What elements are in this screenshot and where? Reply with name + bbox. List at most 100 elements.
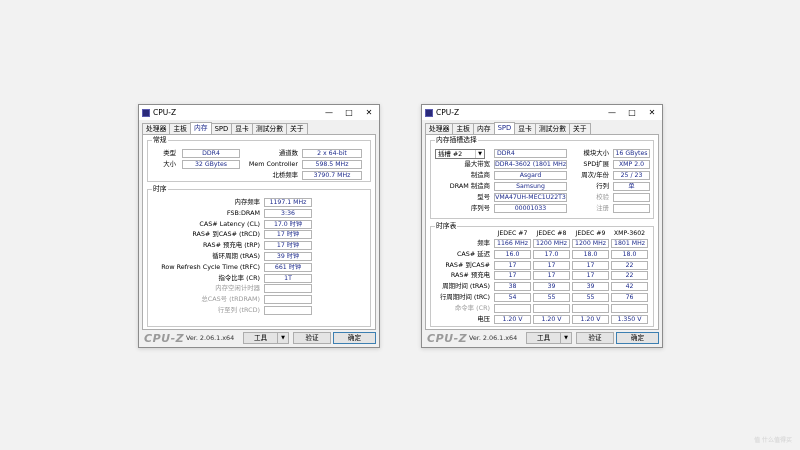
module-size-value: 16 GBytes [613, 149, 650, 158]
cpuz-logo: CPU-Z [427, 332, 468, 345]
part-number-value: VMA47UH-MEC1U22T3 [494, 193, 567, 202]
timing-cell: 1200 MHz [533, 239, 570, 248]
timing-column-header: JEDEC #7 [497, 230, 528, 237]
correction-label: 校验 [596, 193, 609, 201]
timing-cell: 54 [494, 293, 531, 302]
timing-cell: 1.20 V [572, 314, 609, 324]
timing-cell: 55 [572, 293, 609, 302]
timing-cell: 17 [494, 271, 531, 281]
ok-button[interactable]: 确定 [616, 332, 659, 344]
close-icon[interactable]: ✕ [642, 105, 662, 120]
timing-label: 行至列 (tRCD) [217, 306, 260, 314]
serial-label: 序列号 [470, 204, 490, 212]
cpuz-logo: CPU-Z [144, 332, 185, 345]
footer: CPU-Z Ver. 2.06.1.x64 工具 ▼ 验证 确定 [422, 329, 662, 347]
ok-button[interactable]: 确定 [333, 332, 376, 344]
timing-cell: 18.0 [611, 249, 648, 259]
close-icon[interactable]: ✕ [359, 105, 379, 120]
timing-label: 总CAS号 (tRDRAM) [201, 295, 260, 304]
timing-row-label: RAS# 到CAS# [445, 260, 490, 269]
tools-button-label: 工具 [254, 334, 268, 342]
timing-label: 指令比率 (CR) [218, 273, 260, 282]
memctrl-label: Mem Controller [248, 160, 298, 168]
timings-group: 时序 内存频率 1197.1 MHz FSB:DRAM 3:36 CAS# Latenc… [147, 185, 371, 327]
timing-label: 内存频率 [234, 198, 260, 206]
timing-value: 39 时钟 [264, 252, 312, 261]
timings-table-group: 时序表 JEDEC #7 JEDEC #8 JEDEC #9 XMP-3602 频率 11… [430, 222, 654, 327]
size-label: 大小 [163, 160, 176, 168]
timing-label: CAS# Latency (CL) [199, 219, 260, 228]
timing-row-label: 频率 [477, 239, 490, 247]
max-bandwidth-value: DDR4-3602 (1801 MHz) [494, 160, 567, 169]
timing-cell: 22 [611, 271, 648, 281]
validate-button[interactable]: 验证 [293, 332, 331, 344]
slot-select-value: 插槽 #2 [438, 150, 463, 158]
timing-cell: 1166 MHz [494, 239, 531, 248]
slot-group: 内存插槽选择 插槽 #2 ▼ DDR4 模块大小 16 GBytes 最大带宽 … [430, 136, 654, 219]
chevron-down-icon[interactable]: ▼ [560, 333, 571, 343]
tools-button[interactable]: 工具 ▼ [243, 332, 289, 344]
tools-button[interactable]: 工具 ▼ [526, 332, 572, 344]
timing-label: 内存空闲计时器 [215, 284, 260, 293]
serial-value: 00001033 [494, 204, 567, 213]
timing-row-label: RAS# 预充电 [450, 271, 490, 280]
week-year-value: 25 / 23 [613, 171, 650, 180]
timing-cell: 42 [611, 282, 648, 292]
timing-cell: 22 [611, 260, 648, 270]
timing-cell: 17.0 [533, 249, 570, 259]
cpuz-window-spd: CPU-Z — □ ✕ 处理器 主板 内存 SPD 显卡 测試分數 关于 内存插… [421, 104, 663, 348]
maximize-icon[interactable]: □ [339, 105, 359, 120]
timing-value [264, 306, 312, 315]
timing-value [264, 284, 312, 294]
timing-value: 3:36 [264, 208, 312, 218]
timing-cell: 55 [533, 293, 570, 302]
slot-type-value: DDR4 [494, 149, 567, 158]
correction-value [613, 193, 650, 202]
timing-label: FSB:DRAM [226, 208, 260, 217]
slot-select[interactable]: 插槽 #2 ▼ [435, 149, 485, 159]
timing-cell: 16.0 [494, 249, 531, 259]
type-value: DDR4 [182, 149, 240, 158]
timing-row-label: 命令率 (CR) [454, 303, 490, 312]
timing-row-label: 行周期时间 (tRC) [439, 293, 490, 301]
timing-row-label: 周期时间 (tRAS) [442, 282, 490, 291]
window-title: CPU-Z [153, 108, 177, 117]
title-bar[interactable]: CPU-Z — □ ✕ [139, 105, 379, 120]
minimize-icon[interactable]: — [319, 105, 339, 120]
footer: CPU-Z Ver. 2.06.1.x64 工具 ▼ 验证 确定 [139, 329, 379, 347]
week-year-label: 周次/年份 [581, 171, 609, 179]
type-label: 类型 [163, 149, 176, 157]
size-value: 32 GBytes [182, 160, 240, 169]
part-number-label: 型号 [477, 193, 490, 201]
timing-value: 17 时钟 [264, 230, 312, 240]
minimize-icon[interactable]: — [602, 105, 622, 120]
manufacturer-label: 制造商 [470, 171, 490, 179]
dram-mfr-value: Samsung [494, 182, 567, 191]
title-bar[interactable]: CPU-Z — □ ✕ [422, 105, 662, 120]
timing-column-header: JEDEC #9 [575, 230, 606, 237]
timing-value: 17 时钟 [264, 241, 312, 251]
timing-value: 661 时钟 [264, 262, 312, 272]
chevron-down-icon[interactable]: ▼ [475, 150, 484, 158]
maximize-icon[interactable]: □ [622, 105, 642, 120]
timing-value: 17.0 时钟 [264, 219, 312, 229]
timing-cell: 18.0 [572, 249, 609, 259]
memory-pane: 常规 类型 DDR4 大小 32 GBytes 通道数 2 x 64-bit M… [142, 134, 376, 330]
chevron-down-icon[interactable]: ▼ [277, 333, 288, 343]
timing-value: 1T [264, 273, 312, 283]
channels-value: 2 x 64-bit [302, 149, 362, 158]
validate-button[interactable]: 验证 [576, 332, 614, 344]
watermark: 值 什么值得买 [754, 437, 792, 444]
timing-cell: 39 [572, 282, 609, 292]
spd-ext-label: SPD扩展 [583, 160, 609, 168]
timing-column-header: XMP-3602 [613, 230, 646, 237]
registered-label: 注册 [596, 204, 609, 212]
timing-cell: 38 [494, 282, 531, 292]
timing-cell: 39 [533, 282, 570, 292]
general-group-label: 常规 [152, 136, 168, 145]
timing-cell: 1.20 V [533, 314, 570, 324]
channels-label: 通道数 [278, 149, 298, 157]
timing-value [264, 295, 312, 305]
slot-group-label: 内存插槽选择 [435, 136, 478, 145]
spd-pane: 内存插槽选择 插槽 #2 ▼ DDR4 模块大小 16 GBytes 最大带宽 … [425, 134, 659, 330]
